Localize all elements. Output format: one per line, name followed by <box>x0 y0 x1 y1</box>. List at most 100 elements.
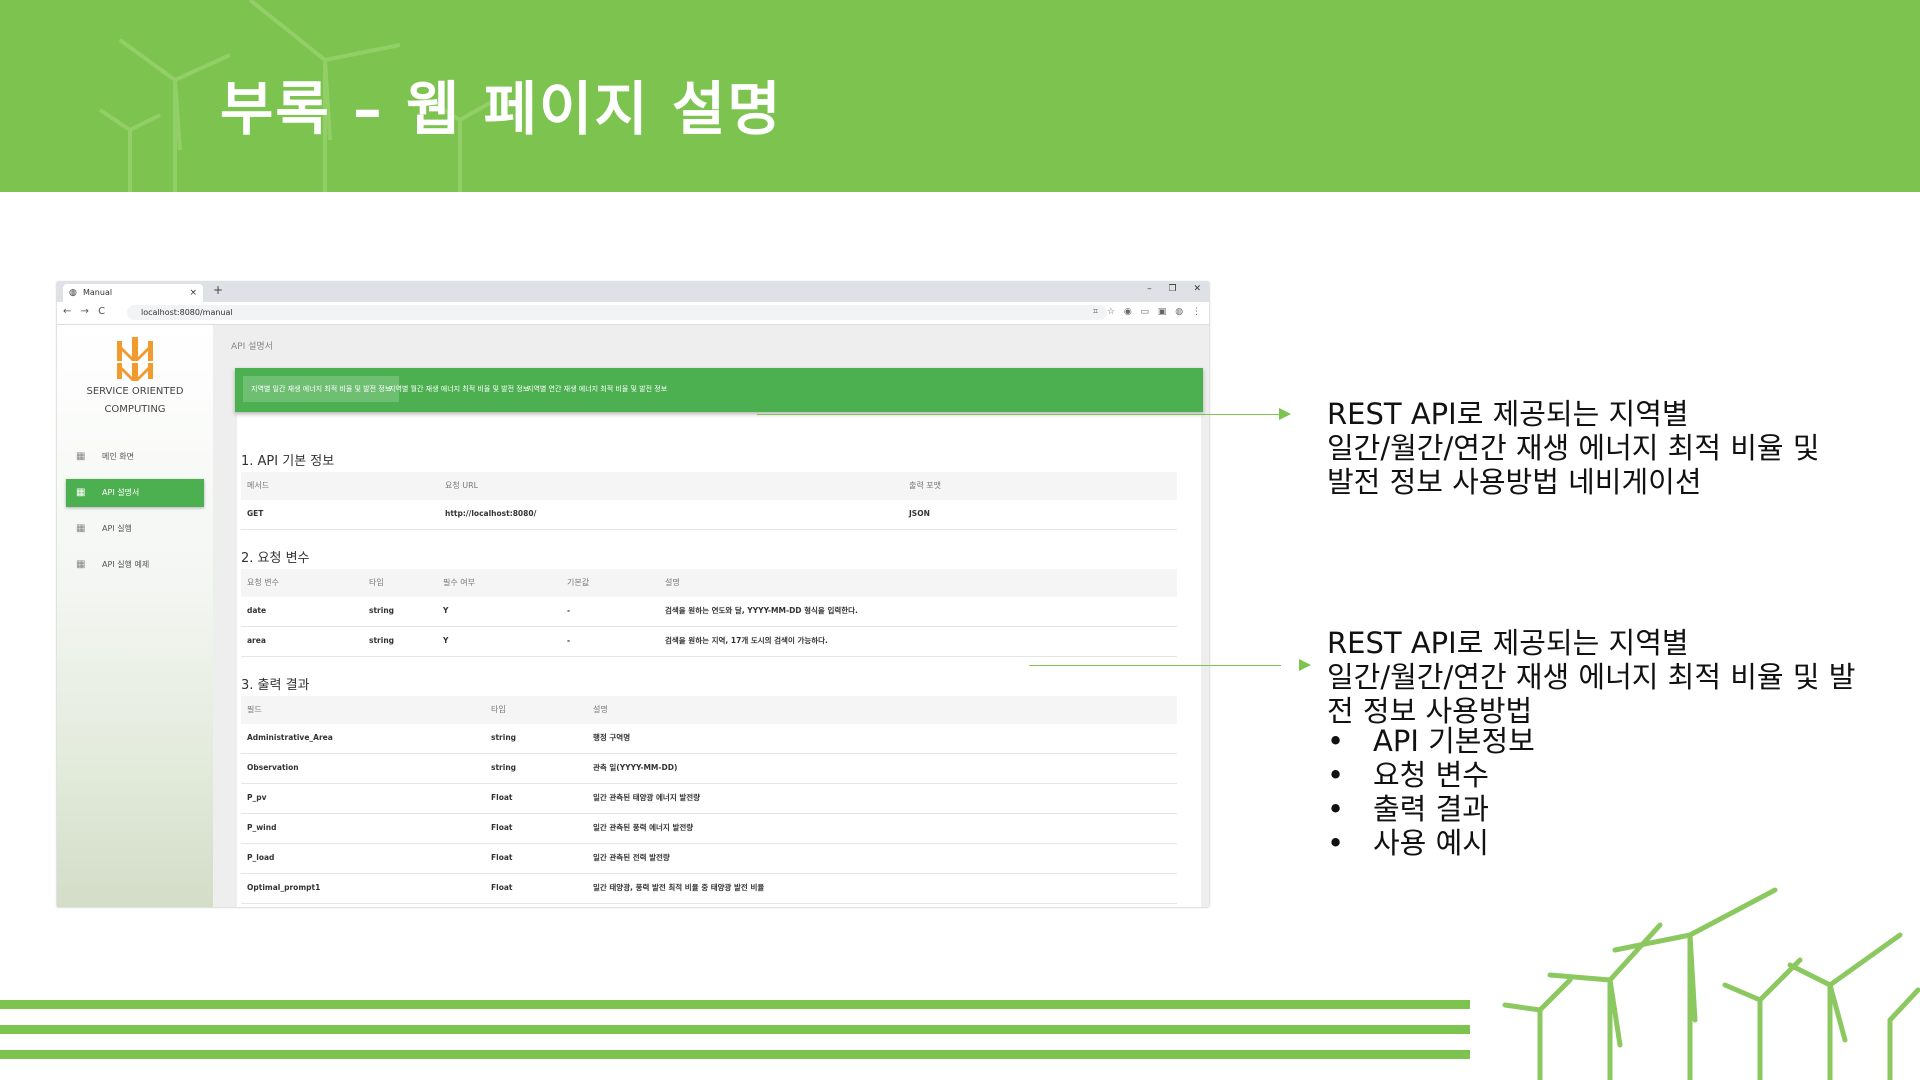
new-tab-button[interactable]: + <box>213 283 223 297</box>
section-title-basic-info: 1. API 기본 정보 <box>241 454 335 469</box>
table-cell: http://localhost:8080/ <box>445 509 537 518</box>
column-header: 요청 URL <box>445 481 479 490</box>
table-cell: string <box>369 636 395 645</box>
sidebar-item-api-example[interactable]: ▦ API 실행 예제 <box>66 551 204 579</box>
column-header: 기본값 <box>567 578 590 587</box>
basic-info-table: 메서드 요청 URL 출력 포맷 GET http://localhost:80… <box>241 472 1177 530</box>
table-cell: JSON <box>909 509 930 518</box>
table-cell: 일간 관측된 풍력 에너지 발전량 <box>593 823 694 832</box>
table-cell: - <box>567 606 571 615</box>
sidebar-item-main[interactable]: ▦ 메인 화면 <box>66 443 204 471</box>
globe-icon: ◍ <box>69 288 77 298</box>
table-cell: string <box>491 733 517 742</box>
table-cell: Optimal_prompt1 <box>247 883 321 892</box>
table-row: date string Y - 검색을 원하는 연도와 달, YYYY-MM-D… <box>241 597 1177 627</box>
wind-turbines-icon <box>1502 887 1920 1080</box>
table-header: 필드 타입 설명 <box>241 696 1177 724</box>
browser-tab[interactable]: ◍ Manual × <box>63 284 203 302</box>
breadcrumb: API 설명서 <box>231 342 273 352</box>
table-cell: Float <box>491 793 513 802</box>
decorative-stripe <box>0 1000 1470 1009</box>
bullet-icon: • <box>1327 792 1345 826</box>
main-content: API 설명서 지역별 일간 재생 에너지 최적 비율 및 발전 정보 지역별 … <box>213 325 1209 907</box>
table-cell: P_pv <box>247 793 267 802</box>
column-header: 설명 <box>665 578 680 587</box>
bullet-icon: • <box>1327 758 1345 792</box>
annotation-line: 일간/월간/연간 재생 에너지 최적 비율 및 <box>1327 431 1820 465</box>
sidebar: SERVICE ORIENTED COMPUTING ▦ 메인 화면 ▦ API… <box>57 325 213 907</box>
table-row: P_wind Float 일간 관측된 풍력 에너지 발전량 <box>241 814 1177 844</box>
table-row: Administrative_Area string 행정 구역명 <box>241 724 1177 754</box>
table-cell: P_load <box>247 853 275 862</box>
annotation-line: REST API로 제공되는 지역별 <box>1327 397 1689 431</box>
tab-daily[interactable]: 지역별 일간 재생 에너지 최적 비율 및 발전 정보 <box>243 376 400 402</box>
period-tab-bar: 지역별 일간 재생 에너지 최적 비율 및 발전 정보 지역별 월간 재생 에너… <box>235 368 1203 412</box>
column-header: 타입 <box>491 705 506 714</box>
section-title-output: 3. 출력 결과 <box>241 678 310 693</box>
table-cell: 검색을 원하는 지역, 17개 도시의 검색이 가능하다. <box>665 636 828 645</box>
arrowhead-icon <box>1299 659 1311 671</box>
sidebar-item-api-run[interactable]: ▦ API 실행 <box>66 515 204 543</box>
table-cell: Float <box>491 823 513 832</box>
url-field[interactable]: localhost:8080/manual <box>127 305 1107 320</box>
window-controls[interactable]: – ❐ ✕ <box>1147 284 1201 294</box>
table-cell: Y <box>443 636 449 645</box>
list-item: • 사용 예시 <box>1327 826 1535 860</box>
list-item: • API 기본정보 <box>1327 724 1535 758</box>
bullet-icon: • <box>1327 826 1345 860</box>
output-table: 필드 타입 설명 Administrative_Area string 행정 구… <box>241 696 1177 904</box>
table-cell: P_wind <box>247 823 277 832</box>
annotation-line: REST API로 제공되는 지역별 <box>1327 626 1689 660</box>
column-header: 출력 포맷 <box>909 481 941 490</box>
decorative-stripe <box>0 1025 1470 1034</box>
navigation-buttons[interactable]: ← → C <box>63 306 105 317</box>
table-cell: date <box>247 606 267 615</box>
annotation-bullet-list: • API 기본정보 • 요청 변수 • 출력 결과 • 사용 예시 <box>1327 724 1535 860</box>
org-name-line2: COMPUTING <box>104 404 166 415</box>
browser-tab-title: Manual <box>83 288 113 297</box>
arrowhead-icon <box>1279 408 1291 420</box>
column-header: 요청 변수 <box>247 578 279 587</box>
dashboard-icon: ▦ <box>76 451 86 462</box>
dashboard-icon: ▦ <box>76 487 86 498</box>
dashboard-icon: ▦ <box>76 523 86 534</box>
table-cell: 일간 관측된 태양광 에너지 발전량 <box>593 793 701 802</box>
column-header: 메서드 <box>247 481 270 490</box>
sidebar-item-label: 메인 화면 <box>102 452 134 461</box>
table-cell: 일간 관측된 전력 발전량 <box>593 853 670 862</box>
list-item-label: API 기본정보 <box>1373 724 1535 758</box>
soc-logo-icon <box>117 337 153 381</box>
tab-yearly[interactable]: 지역별 연간 재생 에너지 최적 비율 및 발전 정보 <box>519 376 675 402</box>
table-cell: 행정 구역명 <box>593 733 631 742</box>
list-item-label: 요청 변수 <box>1373 758 1489 792</box>
column-header: 타입 <box>369 578 384 587</box>
table-cell: Y <box>443 606 449 615</box>
sidebar-item-label: API 실행 예제 <box>102 560 150 569</box>
table-row: P_pv Float 일간 관측된 태양광 에너지 발전량 <box>241 784 1177 814</box>
section-title-request-params: 2. 요청 변수 <box>241 551 310 566</box>
list-item: • 요청 변수 <box>1327 758 1535 792</box>
sidebar-item-api-manual[interactable]: ▦ API 설명서 <box>66 479 204 507</box>
annotation-navigation: REST API로 제공되는 지역별 일간/월간/연간 재생 에너지 최적 비율… <box>1327 397 1820 499</box>
table-row: GET http://localhost:8080/ JSON <box>241 500 1177 530</box>
table-header: 요청 변수 타입 필수 여부 기본값 설명 <box>241 569 1177 597</box>
list-item-label: 사용 예시 <box>1373 826 1489 860</box>
extension-icons[interactable]: ⌗ ☆ ◉ ▭ ▣ ◍ ⋮ <box>1093 307 1201 317</box>
table-cell: string <box>491 763 517 772</box>
column-header: 설명 <box>593 705 608 714</box>
table-cell: Observation <box>247 763 299 772</box>
list-item-label: 출력 결과 <box>1373 792 1489 826</box>
tab-close-icon[interactable]: × <box>189 284 197 302</box>
table-cell: Float <box>491 853 513 862</box>
table-cell: area <box>247 636 266 645</box>
table-header: 메서드 요청 URL 출력 포맷 <box>241 472 1177 500</box>
org-name-line1: SERVICE ORIENTED <box>86 386 184 397</box>
annotation-line: 일간/월간/연간 재생 에너지 최적 비율 및 발 <box>1327 660 1856 694</box>
browser-tab-bar: ◍ Manual × + – ❐ ✕ <box>57 282 1209 302</box>
table-cell: string <box>369 606 395 615</box>
annotation-arrow-navigation <box>757 414 1281 415</box>
table-cell: - <box>567 636 571 645</box>
tab-monthly[interactable]: 지역별 월간 재생 에너지 최적 비율 및 발전 정보 <box>381 376 537 402</box>
table-row: Observation string 관측 일(YYYY-MM-DD) <box>241 754 1177 784</box>
table-row: Optimal_prompt1 Float 일간 태양광, 풍력 발전 최적 비… <box>241 874 1177 904</box>
